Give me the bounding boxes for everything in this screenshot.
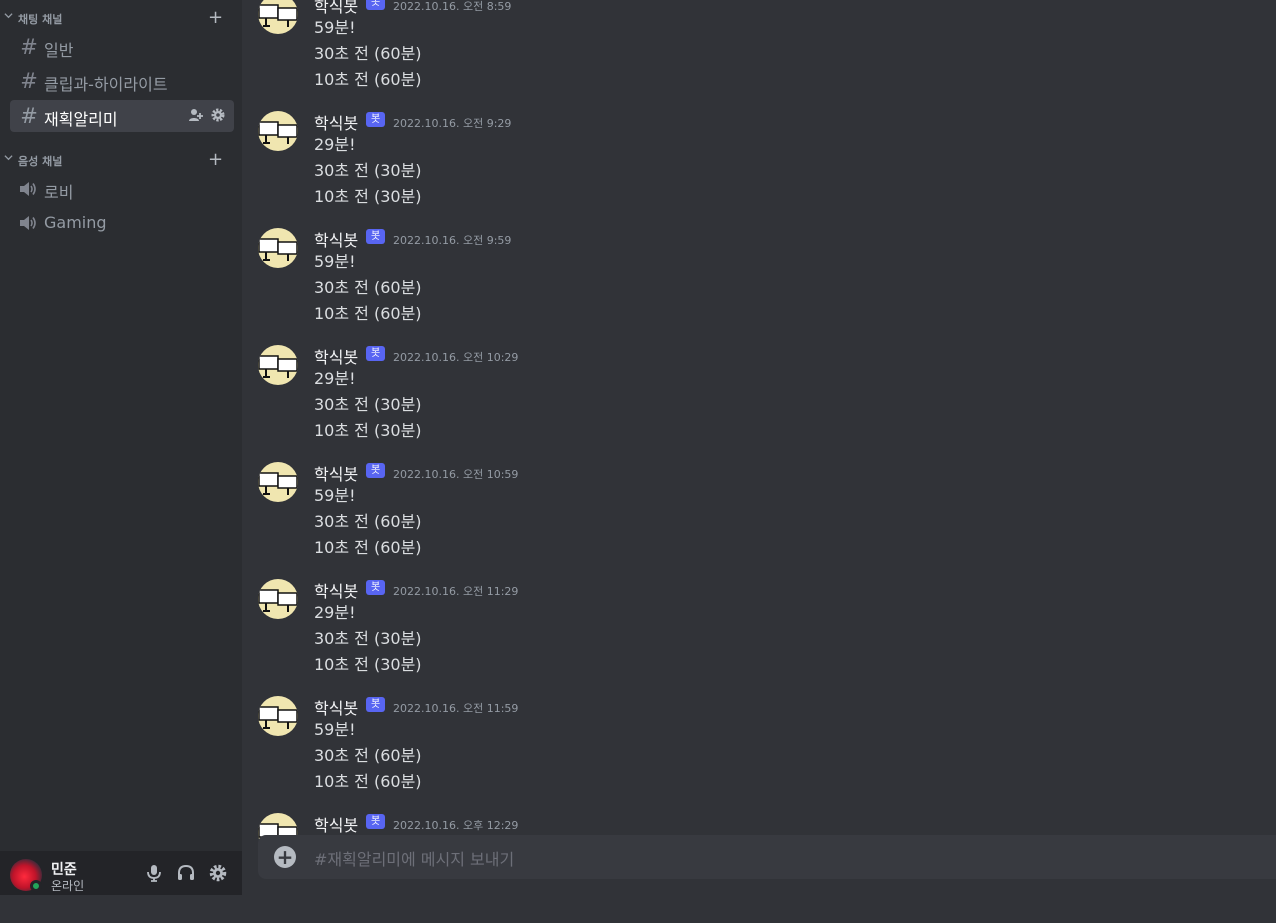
gear-icon[interactable] xyxy=(210,107,226,127)
message-line: 59분! xyxy=(314,486,356,505)
channel-item-clips[interactable]: # 클립과-하이라이트 xyxy=(10,65,234,97)
hash-icon: # xyxy=(20,69,38,93)
message-timestamp: 2022.10.16. 오전 11:59 xyxy=(393,702,519,715)
message-input-placeholder[interactable]: #재획알리미에 메시지 보내기 xyxy=(314,846,514,870)
message-item: 학식봇 봇 2022.10.16. 오전 10:59 59분! 30초 전 (60분) 1… xyxy=(242,462,1276,572)
channel-label: 클립과-하이라이트 xyxy=(44,75,168,94)
channel-label: 로비 xyxy=(44,183,74,202)
bot-badge: 봇 xyxy=(366,0,386,10)
message-line: 30초 전 (60분) xyxy=(314,44,422,63)
category-text-channels[interactable]: 채팅 채널 + xyxy=(0,7,242,28)
message-line: 30초 전 (30분) xyxy=(314,395,422,414)
message-timestamp: 2022.10.16. 오전 11:29 xyxy=(393,585,519,598)
message-line: 30초 전 (60분) xyxy=(314,746,422,765)
bot-badge: 봇 xyxy=(366,697,386,712)
user-panel: 민준 온라인 xyxy=(0,851,242,895)
message-item: 학식봇 봇 2022.10.16. 오전 9:59 59분! 30초 전 (60분) 10… xyxy=(242,228,1276,338)
channel-label: 일반 xyxy=(44,41,74,60)
channel-sidebar: 채팅 채널 + # 일반 # 클립과-하이라이트 # 재획알리미 음성 채널 + xyxy=(0,0,242,895)
message-line: 59분! xyxy=(314,252,356,271)
headphones-icon[interactable] xyxy=(176,863,196,883)
message-author[interactable]: 학식봇 xyxy=(314,812,358,836)
message-item: 학식봇 봇 2022.10.16. 오전 9:29 29분! 30초 전 (30분) 10… xyxy=(242,111,1276,221)
message-line: 29분! xyxy=(314,135,356,154)
bot-avatar[interactable] xyxy=(258,696,298,736)
voice-channel-gaming[interactable]: Gaming xyxy=(10,207,234,239)
category-label: 채팅 채널 xyxy=(18,13,63,26)
message-line: 59분! xyxy=(314,18,356,37)
message-timestamp: 2022.10.16. 오전 9:59 xyxy=(393,234,512,247)
online-status-icon xyxy=(30,880,42,892)
bot-badge: 봇 xyxy=(366,112,386,127)
message-timestamp: 2022.10.16. 오후 12:29 xyxy=(393,819,519,832)
chevron-down-icon xyxy=(4,153,14,165)
gear-icon[interactable] xyxy=(208,863,228,883)
message-timestamp: 2022.10.16. 오전 8:59 xyxy=(393,0,512,13)
invite-member-icon[interactable] xyxy=(188,107,204,127)
message-line: 29분! xyxy=(314,603,356,622)
channel-label: 재획알리미 xyxy=(44,110,118,129)
message-item: 학식봇 봇 2022.10.16. 오전 8:59 59분! 30초 전 (60분) 10… xyxy=(242,0,1276,104)
message-item: 학식봇 봇 2022.10.16. 오전 11:29 29분! 30초 전 (30분) 1… xyxy=(242,579,1276,689)
message-line: 29분! xyxy=(314,369,356,388)
channel-item-general[interactable]: # 일반 xyxy=(10,31,234,63)
username[interactable]: 민준 xyxy=(51,859,77,879)
message-timestamp: 2022.10.16. 오전 9:29 xyxy=(393,117,512,130)
create-channel-icon[interactable]: + xyxy=(208,149,223,170)
microphone-icon[interactable] xyxy=(144,863,164,883)
user-status: 온라인 xyxy=(51,879,85,893)
message-line: 10초 전 (30분) xyxy=(314,187,422,206)
message-item: 학식봇 봇 2022.10.16. 오전 10:29 29분! 30초 전 (30분) 1… xyxy=(242,345,1276,455)
bot-avatar[interactable] xyxy=(258,111,298,151)
bot-avatar[interactable] xyxy=(258,579,298,619)
bot-badge: 봇 xyxy=(366,814,386,829)
message-line: 10초 전 (60분) xyxy=(314,538,422,557)
message-line: 10초 전 (30분) xyxy=(314,421,422,440)
voice-channel-lobby[interactable]: 로비 xyxy=(10,173,234,205)
message-line: 30초 전 (30분) xyxy=(314,629,422,648)
category-label: 음성 채널 xyxy=(18,155,63,168)
bot-badge: 봇 xyxy=(366,580,386,595)
channel-item-active[interactable]: # 재획알리미 xyxy=(10,100,234,132)
message-timestamp: 2022.10.16. 오전 10:59 xyxy=(393,468,519,481)
message-line: 30초 전 (60분) xyxy=(314,512,422,531)
message-line: 30초 전 (60분) xyxy=(314,278,422,297)
message-area: 학식봇 봇 2022.10.16. 오전 8:59 59분! 30초 전 (60분) 10… xyxy=(242,0,1276,895)
message-composer[interactable]: + #재획알리미에 메시지 보내기 xyxy=(258,835,1276,879)
bot-badge: 봇 xyxy=(366,463,386,478)
hash-icon: # xyxy=(20,104,38,128)
create-channel-icon[interactable]: + xyxy=(208,7,223,28)
bot-avatar[interactable] xyxy=(258,345,298,385)
add-attachment-icon[interactable]: + xyxy=(274,846,296,868)
message-line: 10초 전 (60분) xyxy=(314,772,422,791)
channel-actions xyxy=(188,107,226,127)
hash-icon: # xyxy=(20,35,38,59)
message-line: 59분! xyxy=(314,720,356,739)
speaker-icon xyxy=(18,214,38,232)
message-line: 10초 전 (30분) xyxy=(314,655,422,674)
channel-label: Gaming xyxy=(44,213,107,232)
bot-avatar[interactable] xyxy=(258,228,298,268)
category-voice-channels[interactable]: 음성 채널 + xyxy=(0,149,242,170)
message-timestamp: 2022.10.16. 오전 10:29 xyxy=(393,351,519,364)
message-line: 10초 전 (60분) xyxy=(314,304,422,323)
chevron-down-icon xyxy=(4,11,14,23)
message-line: 30초 전 (30분) xyxy=(314,161,422,180)
bot-badge: 봇 xyxy=(366,229,386,244)
bot-badge: 봇 xyxy=(366,346,386,361)
bot-avatar[interactable] xyxy=(258,0,298,34)
bot-avatar[interactable] xyxy=(258,462,298,502)
message-line: 10초 전 (60분) xyxy=(314,70,422,89)
message-item: 학식봇 봇 2022.10.16. 오전 11:59 59분! 30초 전 (60분) 1… xyxy=(242,696,1276,806)
speaker-icon xyxy=(18,180,38,198)
